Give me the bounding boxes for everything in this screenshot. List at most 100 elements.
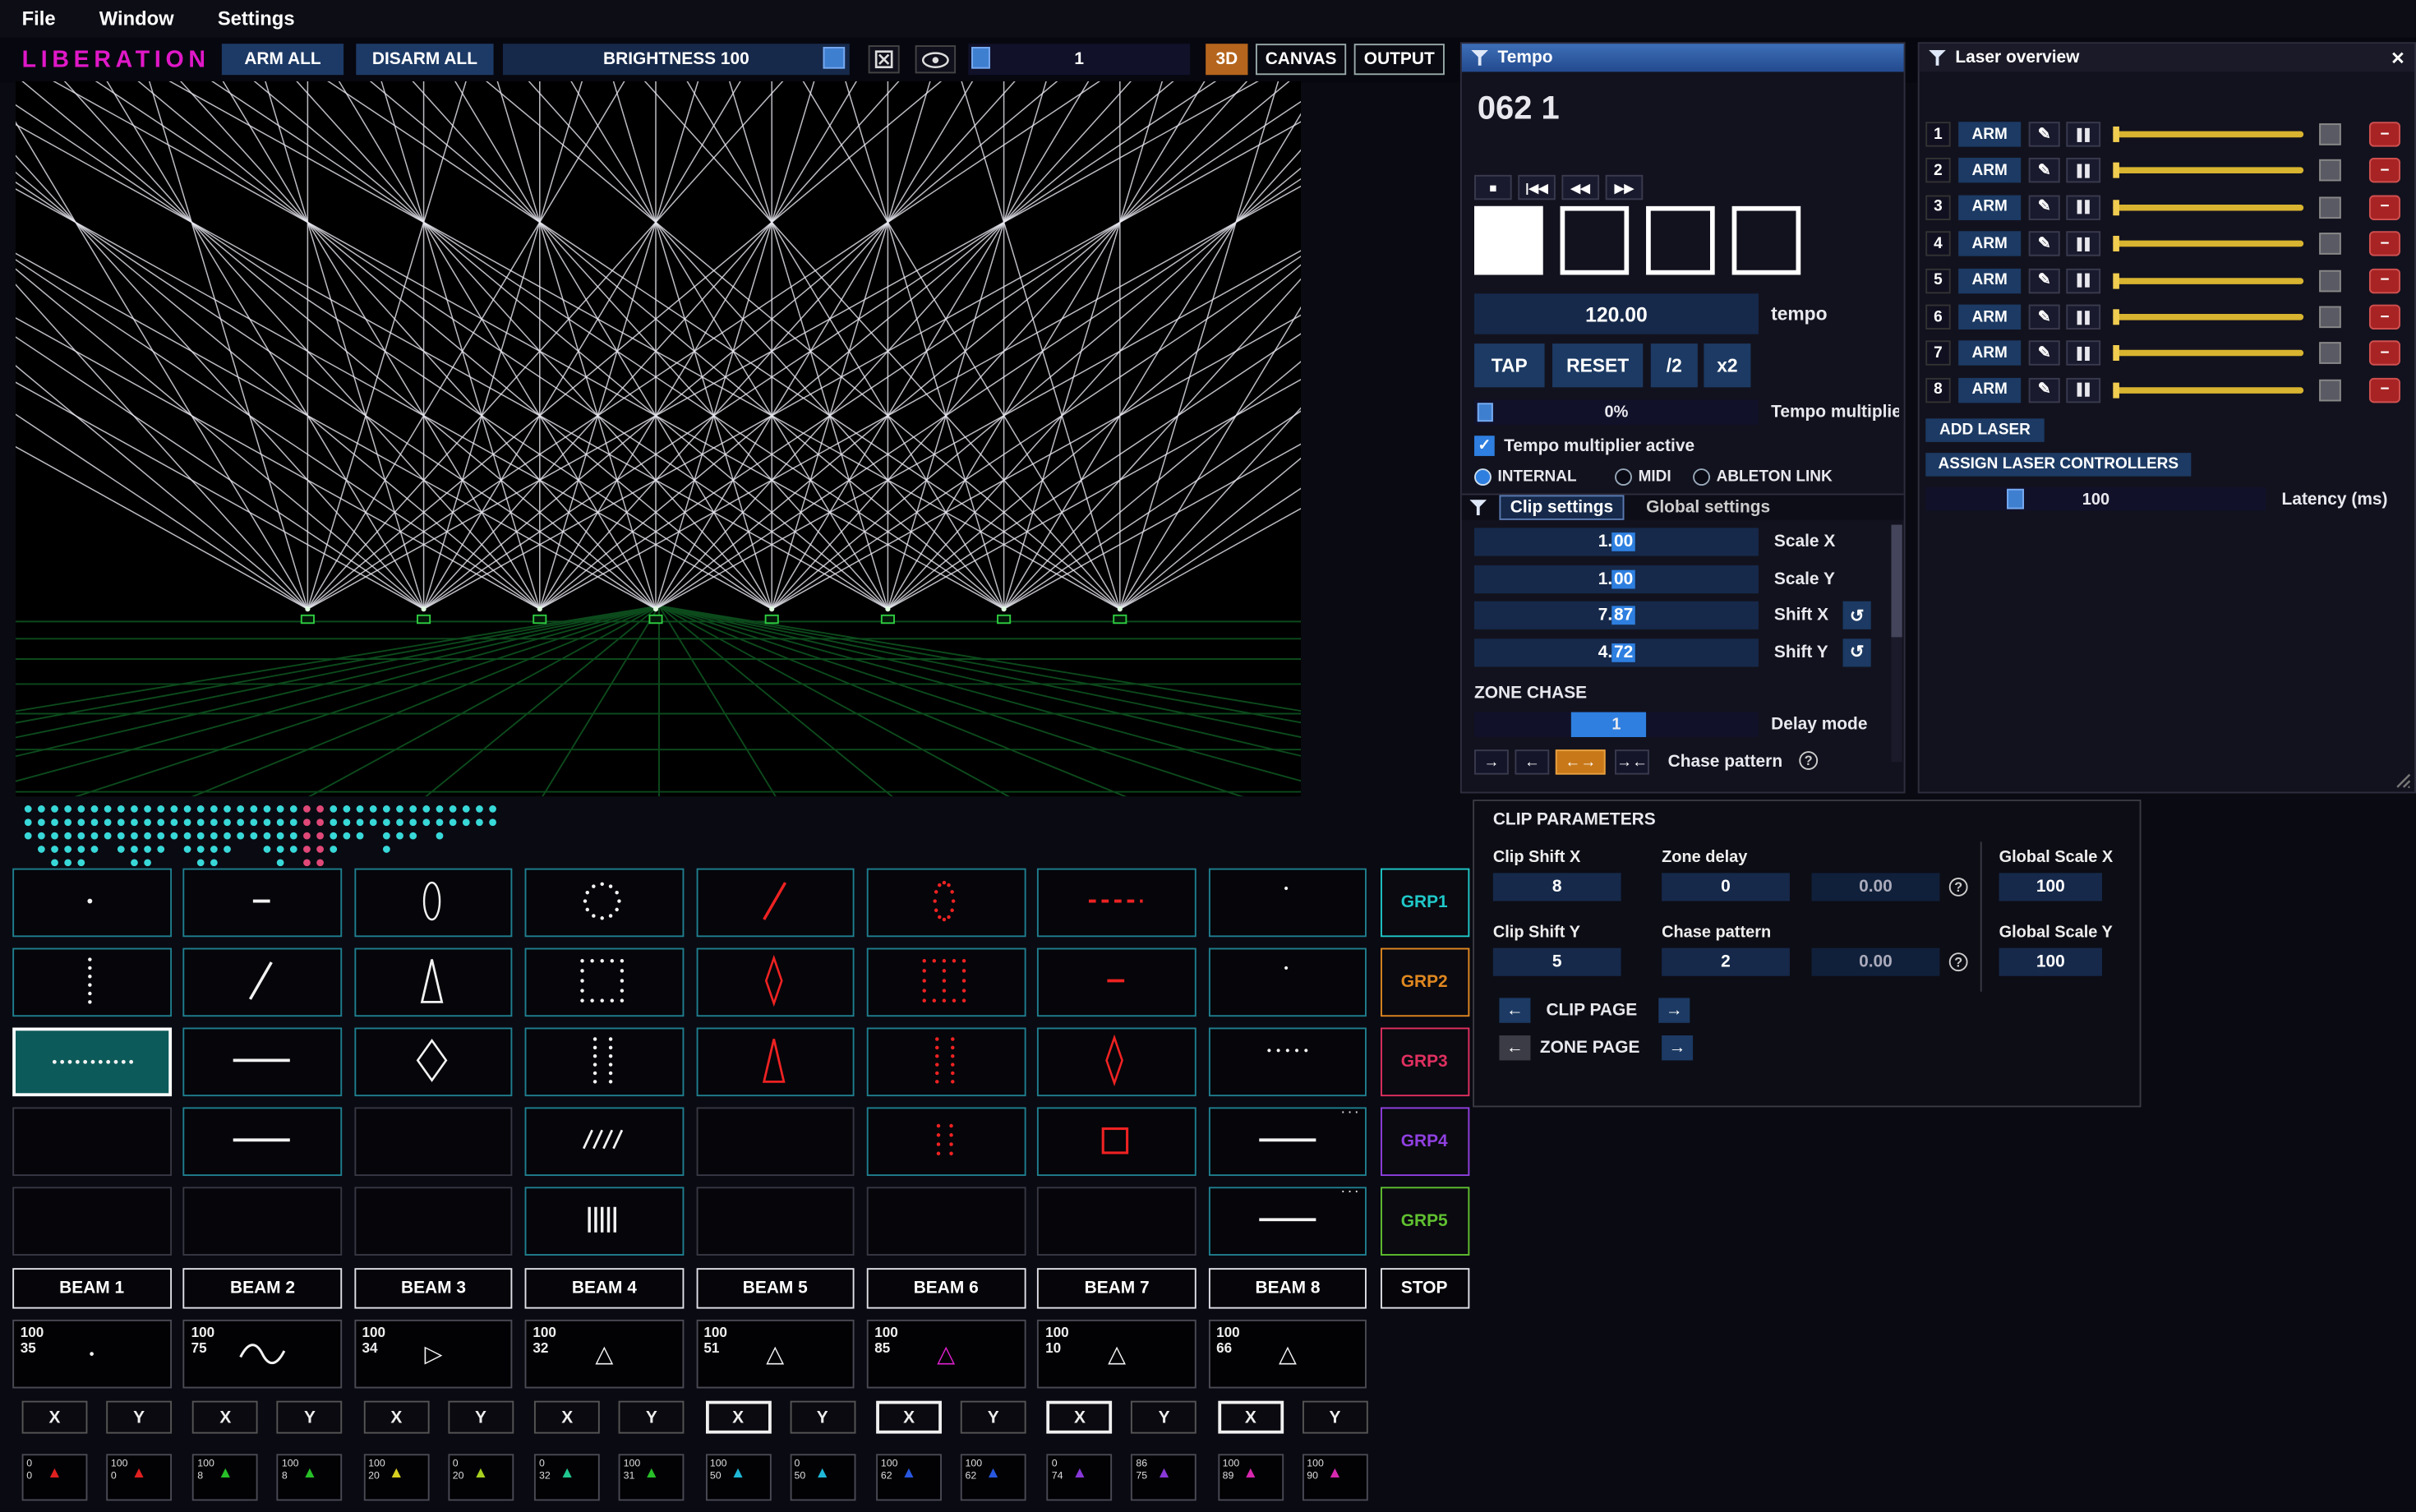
clip-cell-r2c6[interactable] (867, 948, 1026, 1017)
laser-remove-button[interactable]: − (2369, 378, 2400, 403)
clip-cell-r3c6[interactable] (867, 1027, 1026, 1096)
laser-edit-button[interactable]: ✎ (2029, 378, 2060, 403)
laser-intensity-slider[interactable] (2113, 205, 2303, 211)
clip-cell-r3c3[interactable] (354, 1027, 513, 1096)
laser-edit-button[interactable]: ✎ (2029, 268, 2060, 293)
laser-checkbox[interactable] (2319, 123, 2341, 145)
tempo-multiplier-slider[interactable]: 0% (1474, 400, 1759, 425)
mini-clip-16[interactable]: 10090 ▲ (1303, 1454, 1368, 1500)
x-button-6[interactable]: X (876, 1401, 942, 1434)
clip-cell-r3c4[interactable] (525, 1027, 684, 1096)
clip-cell-r2c8[interactable] (1209, 948, 1367, 1017)
clip-cell-r5c3[interactable] (354, 1187, 513, 1256)
mini-clip-15[interactable]: 10089 ▲ (1218, 1454, 1284, 1500)
clip-cell-r3c8[interactable] (1209, 1027, 1367, 1096)
delay-slider[interactable]: 1 (1474, 712, 1759, 737)
close-icon[interactable]: ✕ (2391, 48, 2405, 68)
clip-cell-r3c1[interactable] (12, 1027, 171, 1096)
clip-cell-r3c5[interactable] (696, 1027, 855, 1096)
tab-global-settings[interactable]: Global settings (1637, 496, 1780, 519)
fader-cell-6[interactable]: 10085 △ (867, 1320, 1026, 1389)
reset-shift-y-button[interactable]: ↺ (1843, 638, 1871, 666)
laser-intensity-slider[interactable] (2113, 241, 2303, 247)
mini-clip-7[interactable]: 032 ▲ (534, 1454, 600, 1500)
canvas-button[interactable]: CANVAS (1256, 44, 1346, 75)
chase-pattern-button-1[interactable]: ← (1515, 749, 1549, 774)
clip-cell-r1c1[interactable] (12, 869, 171, 938)
y-button-5[interactable]: Y (790, 1401, 855, 1434)
laser-edit-button[interactable]: ✎ (2029, 195, 2060, 219)
laser-pause-button[interactable] (2066, 159, 2100, 183)
slider-handle[interactable] (2113, 382, 2119, 398)
clip-cell-r4c4[interactable] (525, 1107, 684, 1176)
clip-cell-r4c7[interactable] (1038, 1107, 1196, 1176)
master-intensity-slider[interactable]: 1 (968, 44, 1190, 75)
laser-checkbox[interactable] (2319, 343, 2341, 365)
mini-clip-12[interactable]: 10062 ▲ (961, 1454, 1026, 1500)
add-laser-button[interactable]: ADD LASER (1925, 418, 2044, 442)
laser-intensity-slider[interactable] (2113, 387, 2303, 394)
blackout-button[interactable] (869, 45, 900, 73)
laser-edit-button[interactable]: ✎ (2029, 122, 2060, 146)
laser-remove-button[interactable]: − (2369, 341, 2400, 366)
slider-handle[interactable] (2113, 236, 2119, 251)
laser-checkbox[interactable] (2319, 379, 2341, 401)
clip-cell-r5c1[interactable] (12, 1187, 171, 1256)
laser-pause-button[interactable] (2066, 195, 2100, 219)
clip-cell-r2c5[interactable] (696, 948, 855, 1017)
laser-pause-button[interactable] (2066, 268, 2100, 293)
laser-remove-button[interactable]: − (2369, 195, 2400, 219)
y-button-7[interactable]: Y (1132, 1401, 1197, 1434)
source-radio-midi[interactable]: MIDI (1615, 468, 1671, 486)
laser-arm-button[interactable]: ARM (1958, 122, 2021, 146)
field-scale-x[interactable]: 1.00 (1474, 528, 1759, 555)
fader-cell-4[interactable]: 10032 △ (525, 1320, 684, 1389)
tab-clip-settings[interactable]: Clip settings (1499, 495, 1624, 519)
mini-clip-5[interactable]: 10020 ▲ (363, 1454, 429, 1500)
transport-button-3[interactable]: ▶▶ (1606, 175, 1644, 200)
clip-cell-r4c1[interactable] (12, 1107, 171, 1176)
tempo-panel-header[interactable]: Tempo (1462, 44, 1904, 71)
laser-arm-button[interactable]: ARM (1958, 341, 2021, 366)
reset-tempo-button[interactable]: RESET (1552, 343, 1643, 387)
group-button-3[interactable]: GRP3 (1380, 1027, 1469, 1096)
clip-page-prev-button[interactable]: ← (1499, 998, 1530, 1022)
x-button-7[interactable]: X (1047, 1401, 1113, 1434)
clip-cell-r4c3[interactable] (354, 1107, 513, 1176)
clip-cell-r1c8[interactable] (1209, 869, 1367, 938)
chase-pattern-button-0[interactable]: → (1474, 749, 1509, 774)
clip-shift-x-field[interactable]: 8 (1493, 873, 1621, 901)
beam-button-4[interactable]: BEAM 4 (525, 1268, 684, 1308)
mini-clip-8[interactable]: 10031 ▲ (619, 1454, 685, 1500)
mini-clip-9[interactable]: 10050 ▲ (705, 1454, 771, 1500)
laser-arm-button[interactable]: ARM (1958, 195, 2021, 219)
slider-handle[interactable] (2113, 163, 2119, 178)
x-button-3[interactable]: X (363, 1401, 429, 1434)
clip-cell-r2c3[interactable] (354, 948, 513, 1017)
source-radio-ableton-link[interactable]: ABLETON LINK (1693, 468, 1833, 486)
arm-all-button[interactable]: ARM ALL (222, 44, 343, 75)
clip-cell-r5c7[interactable] (1038, 1187, 1196, 1256)
clip-cell-r1c3[interactable] (354, 869, 513, 938)
laser-edit-button[interactable]: ✎ (2029, 305, 2060, 330)
scrollbar-thumb[interactable] (1891, 525, 1902, 638)
param-field-1[interactable]: 0.00 (1812, 873, 1940, 901)
clip-cell-r5c6[interactable] (867, 1187, 1026, 1256)
slider-handle[interactable] (2113, 273, 2119, 288)
cell-menu-icon[interactable]: ··· (1340, 1187, 1361, 1201)
laser-intensity-slider[interactable] (2113, 168, 2303, 174)
mini-clip-14[interactable]: 8675 ▲ (1132, 1454, 1197, 1500)
y-button-8[interactable]: Y (1303, 1401, 1368, 1434)
laser-pause-button[interactable] (2066, 305, 2100, 330)
fader-cell-2[interactable]: 10075 (183, 1320, 342, 1389)
clip-cell-r4c5[interactable] (696, 1107, 855, 1176)
beam-button-8[interactable]: BEAM 8 (1209, 1268, 1367, 1308)
group-button-4[interactable]: GRP4 (1380, 1107, 1469, 1176)
clip-cell-r4c6[interactable] (867, 1107, 1026, 1176)
fader-cell-8[interactable]: 10066 △ (1209, 1320, 1367, 1389)
tempo-half-button[interactable]: /2 (1651, 343, 1698, 387)
output-button[interactable]: OUTPUT (1354, 44, 1445, 75)
group-button-1[interactable]: GRP1 (1380, 869, 1469, 938)
laser-pause-button[interactable] (2066, 232, 2100, 256)
mini-clip-6[interactable]: 020 ▲ (448, 1454, 514, 1500)
